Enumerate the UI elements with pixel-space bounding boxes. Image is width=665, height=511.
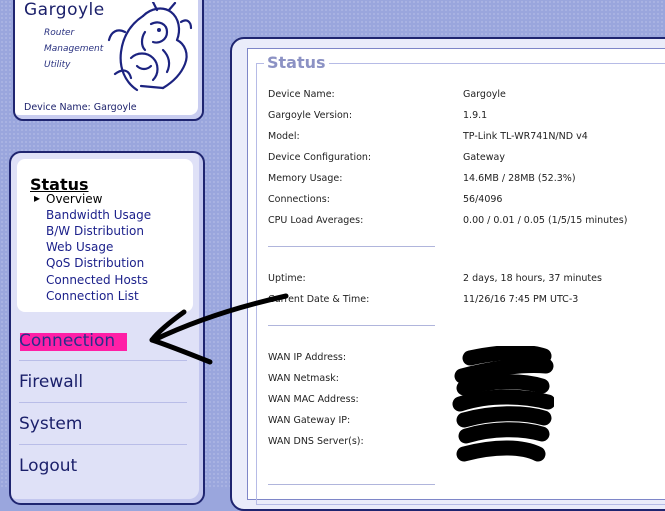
info-value: TP-Link TL-WR741N/ND v4 bbox=[463, 131, 588, 142]
info-label: WAN DNS Server(s): bbox=[268, 436, 364, 447]
nav-item-web-usage[interactable]: Web Usage bbox=[46, 240, 113, 254]
info-label: WAN Netmask: bbox=[268, 373, 339, 384]
device-name-label: Device Name: Gargoyle bbox=[24, 102, 137, 113]
info-value: 0.00 / 0.01 / 0.05 (1/5/15 minutes) bbox=[463, 215, 628, 226]
info-value: 14.6MB / 28MB (52.3%) bbox=[463, 173, 576, 184]
info-value: Gargoyle bbox=[463, 89, 506, 100]
app-title: Gargoyle bbox=[24, 0, 105, 20]
info-label: Device Name: bbox=[268, 89, 335, 100]
logo-subtitle-router: Router bbox=[44, 28, 75, 38]
info-label: Memory Usage: bbox=[268, 173, 343, 184]
section-separator bbox=[268, 325, 435, 326]
info-label: Connections: bbox=[268, 194, 330, 205]
gargoyle-logo-icon bbox=[107, 2, 193, 92]
section-separator bbox=[268, 484, 435, 485]
logo-subtitle-utility: Utility bbox=[44, 60, 71, 70]
info-label: Device Configuration: bbox=[268, 152, 372, 163]
nav-divider bbox=[19, 402, 187, 403]
nav-item-qos-distribution[interactable]: QoS Distribution bbox=[46, 256, 144, 270]
info-label: Gargoyle Version: bbox=[268, 110, 353, 121]
info-value: 11/26/16 7:45 PM UTC-3 bbox=[463, 294, 579, 305]
info-label: Model: bbox=[268, 131, 300, 142]
nav-item-connection-list[interactable]: Connection List bbox=[46, 289, 139, 303]
logo-panel: Gargoyle Router Management Utility Devic… bbox=[13, 0, 204, 121]
nav-item-overview[interactable]: Overview bbox=[34, 191, 102, 206]
info-value: Gateway bbox=[463, 152, 505, 163]
nav-item-bandwidth-usage[interactable]: Bandwidth Usage bbox=[46, 208, 151, 222]
arrow-annotation-icon bbox=[149, 293, 289, 365]
nav-divider bbox=[19, 444, 187, 445]
info-value: 2 days, 18 hours, 37 minutes bbox=[463, 273, 602, 284]
info-label: WAN Gateway IP: bbox=[268, 415, 351, 426]
logo-subtitle-management: Management bbox=[44, 44, 104, 54]
nav-item-logout[interactable]: Logout bbox=[19, 456, 77, 476]
redaction-scribble-icon bbox=[452, 346, 554, 462]
nav-item-bw-distribution[interactable]: B/W Distribution bbox=[46, 224, 144, 238]
section-title: Status bbox=[264, 53, 329, 72]
info-label: CPU Load Averages: bbox=[268, 215, 364, 226]
info-value: 56/4096 bbox=[463, 194, 503, 205]
nav-item-firewall[interactable]: Firewall bbox=[19, 372, 83, 392]
section-separator bbox=[268, 246, 435, 247]
info-label: WAN MAC Address: bbox=[268, 394, 359, 405]
nav-item-connection[interactable]: Connection bbox=[19, 331, 115, 351]
info-value: 1.9.1 bbox=[463, 110, 488, 121]
nav-item-connected-hosts[interactable]: Connected Hosts bbox=[46, 273, 148, 287]
nav-item-system[interactable]: System bbox=[19, 414, 82, 434]
